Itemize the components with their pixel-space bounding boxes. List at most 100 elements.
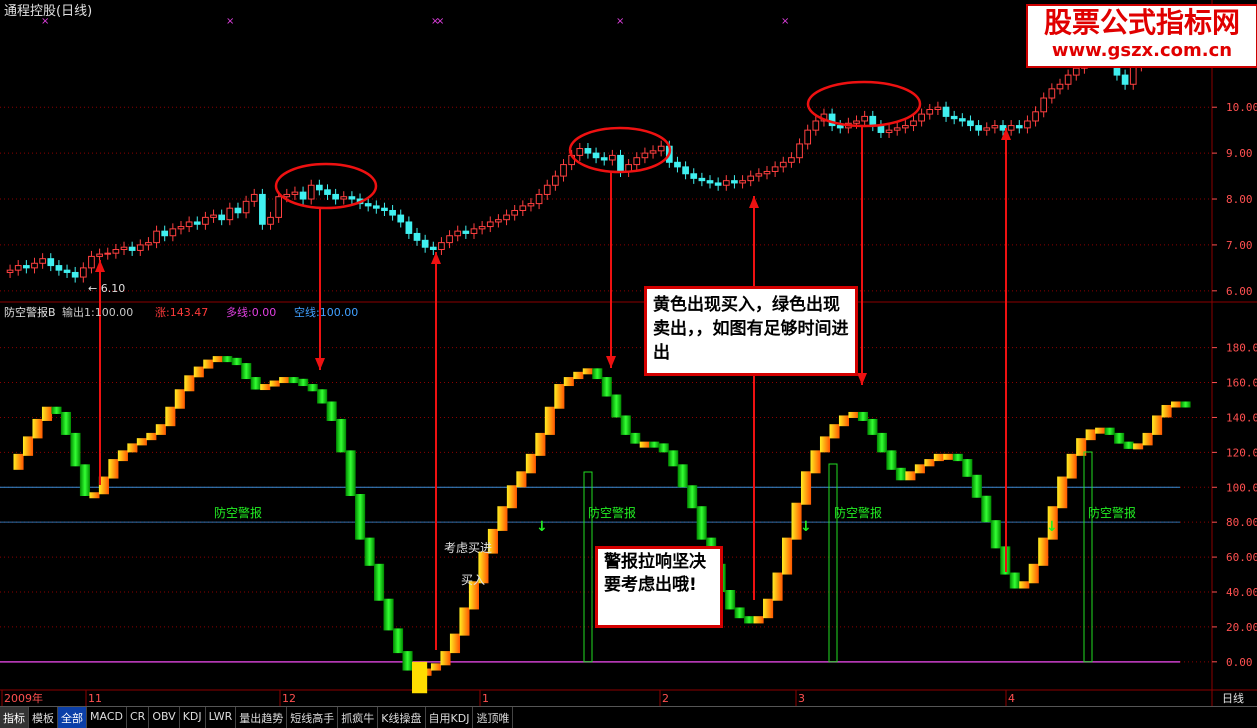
candle-down bbox=[698, 177, 706, 182]
candle-down bbox=[584, 148, 592, 154]
osc-bar-rising bbox=[848, 411, 859, 418]
candle-up bbox=[39, 258, 46, 264]
candle-up bbox=[1040, 97, 1048, 113]
candle-up bbox=[853, 120, 860, 124]
candle-up bbox=[486, 221, 494, 228]
candle-up bbox=[722, 180, 730, 186]
osc-bar-falling bbox=[895, 467, 906, 481]
tab-14[interactable]: 逃顶唯 bbox=[473, 707, 514, 728]
tab-10[interactable]: 短线高手 bbox=[287, 707, 339, 728]
candle-up bbox=[885, 129, 893, 133]
osc-bar-rising bbox=[800, 471, 812, 505]
osc-tick-label: 40.00 bbox=[1226, 586, 1257, 599]
candle-down bbox=[71, 271, 79, 278]
osc-tick-label: 180.00 bbox=[1226, 342, 1257, 355]
osc-bar-rising bbox=[1019, 581, 1030, 589]
tab-11[interactable]: 抓疯牛 bbox=[338, 707, 379, 728]
time-label: 11 bbox=[88, 692, 102, 705]
sell-arrow-icon: ↓ bbox=[800, 519, 812, 535]
osc-bar-rising bbox=[41, 406, 53, 421]
osc-bar-rising bbox=[563, 377, 574, 387]
osc-bar-rising bbox=[544, 406, 555, 435]
tab-7[interactable]: KDJ bbox=[180, 707, 206, 728]
candle-down bbox=[714, 182, 722, 186]
tab-4[interactable]: MACD bbox=[87, 707, 127, 728]
osc-bar-rising bbox=[108, 459, 119, 479]
candle-up bbox=[446, 235, 453, 244]
osc-bar-falling bbox=[241, 363, 252, 380]
candle-up bbox=[608, 154, 616, 161]
osc-bar-falling bbox=[1180, 401, 1191, 408]
candle-down bbox=[193, 221, 201, 225]
candle-up bbox=[145, 242, 152, 246]
note-buy-sell: 黄色出现买入，绿色出现卖出，，如图有足够时间进出 bbox=[644, 286, 858, 376]
osc-bar-rising bbox=[203, 359, 214, 369]
candle-down bbox=[731, 180, 738, 184]
osc-bar-rising bbox=[1171, 401, 1182, 408]
tab-13[interactable]: 自用KDJ bbox=[426, 707, 474, 728]
price-tick-label: 8.00 bbox=[1226, 193, 1253, 206]
tab-9[interactable]: 量出趋势 bbox=[236, 707, 288, 728]
time-label: 3 bbox=[798, 692, 805, 705]
osc-bar-rising bbox=[32, 418, 43, 439]
candle-up bbox=[1129, 65, 1137, 85]
osc-bar-falling bbox=[658, 443, 669, 453]
candle-down bbox=[950, 115, 958, 120]
candle-down bbox=[128, 246, 136, 251]
candle-up bbox=[771, 166, 779, 172]
osc-bar-falling bbox=[1104, 427, 1115, 435]
osc-bar-rising bbox=[184, 375, 195, 392]
candle-up bbox=[275, 196, 283, 218]
candle-down bbox=[324, 189, 331, 195]
tab-3[interactable]: 全部 bbox=[58, 707, 87, 728]
osc-bar-rising bbox=[260, 384, 271, 391]
indicator-name: 防空警报B bbox=[4, 305, 56, 319]
candle-up bbox=[291, 191, 299, 195]
osc-bar-rising bbox=[639, 441, 650, 448]
osc-bar-rising bbox=[753, 616, 764, 624]
candle-up bbox=[633, 157, 641, 166]
candle-up bbox=[267, 216, 274, 225]
sell-arrow-icon: ↓ bbox=[1046, 519, 1058, 535]
osc-bar-rising bbox=[193, 366, 204, 378]
candle-down bbox=[413, 232, 421, 241]
candle-down bbox=[22, 265, 30, 269]
tab-2[interactable]: 模板 bbox=[29, 707, 58, 728]
candle-up bbox=[893, 127, 901, 131]
candle-down bbox=[55, 265, 63, 271]
osc-bar-rising bbox=[1066, 453, 1077, 479]
osc-bar-falling bbox=[393, 628, 404, 654]
candle-up bbox=[535, 193, 543, 205]
osc-bar-falling bbox=[355, 494, 366, 540]
time-label: 2009年 bbox=[4, 691, 43, 705]
osc-bar-rising bbox=[810, 450, 821, 474]
tab-8[interactable]: LWR bbox=[206, 707, 237, 728]
osc-bar-falling bbox=[630, 432, 641, 444]
tab-6[interactable]: OBV bbox=[149, 707, 180, 728]
candle-up bbox=[560, 164, 567, 177]
indicator-readout: 空线:100.00 bbox=[294, 305, 358, 319]
osc-tick-label: 160.00 bbox=[1226, 377, 1257, 390]
tab-12[interactable]: K线操盘 bbox=[378, 707, 426, 728]
osc-bar-rising bbox=[212, 356, 223, 363]
osc-bar-falling bbox=[402, 651, 413, 671]
candle-down bbox=[218, 214, 226, 221]
osc-bar-rising bbox=[905, 471, 916, 481]
osc-bar-rising bbox=[535, 432, 546, 456]
osc-bar-falling bbox=[962, 459, 973, 477]
candle-up bbox=[1072, 67, 1080, 76]
osc-bar-falling bbox=[298, 378, 309, 387]
osc-bar-rising bbox=[440, 651, 451, 666]
indicator-readout: 多线:0.00 bbox=[226, 305, 276, 319]
candle-down bbox=[259, 193, 266, 225]
osc-bar-rising bbox=[1095, 427, 1106, 434]
osc-bar-rising bbox=[269, 380, 280, 387]
candle-down bbox=[690, 173, 698, 179]
tab-5[interactable]: CR bbox=[127, 707, 150, 728]
osc-bar-falling bbox=[288, 377, 299, 384]
candle-down bbox=[975, 125, 982, 131]
tab-1[interactable]: 指标 bbox=[0, 707, 29, 728]
candle-up bbox=[543, 184, 551, 195]
candle-down bbox=[348, 196, 356, 200]
candle-up bbox=[31, 262, 38, 269]
